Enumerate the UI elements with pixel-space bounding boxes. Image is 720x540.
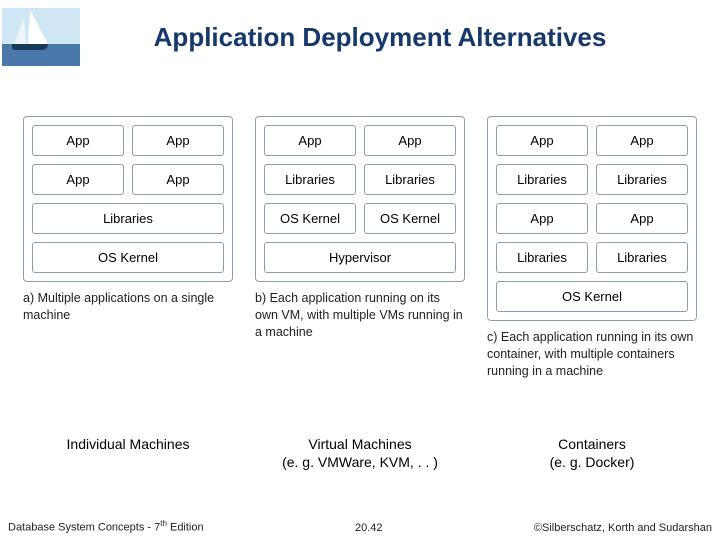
footer-right: ©Silberschatz, Korth and Sudarshan — [534, 522, 712, 534]
box-app: App — [596, 125, 688, 156]
box-hypervisor: Hypervisor — [264, 242, 456, 273]
subtitle-b-line1: Virtual Machines — [308, 436, 411, 452]
box-app: App — [32, 125, 124, 156]
subtitle-c-line2: (e. g. Docker) — [550, 454, 635, 470]
card-a: App App App App Libraries OS Kernel — [23, 116, 233, 282]
box-libraries: Libraries — [364, 164, 456, 195]
box-libraries: Libraries — [264, 164, 356, 195]
box-app: App — [132, 125, 224, 156]
header: Application Deployment Alternatives — [0, 0, 720, 66]
subtitles-row: Individual Machines Virtual Machines (e.… — [0, 390, 720, 471]
sailboat-logo — [2, 8, 80, 66]
footer-left-post: Edition — [167, 522, 204, 534]
box-libraries: Libraries — [496, 164, 588, 195]
box-libraries: Libraries — [596, 242, 688, 273]
footer-left-sup: th — [160, 519, 167, 528]
caption-c: c) Each application running in its own c… — [487, 329, 697, 380]
box-app: App — [264, 125, 356, 156]
box-libraries: Libraries — [496, 242, 588, 273]
footer-mid: 20.42 — [204, 522, 534, 534]
col-a: App App App App Libraries OS Kernel a) M… — [23, 116, 233, 380]
box-app: App — [496, 203, 588, 234]
subtitle-b-line2: (e. g. VMWare, KVM, . . ) — [282, 454, 438, 470]
box-kernel: OS Kernel — [496, 281, 688, 312]
caption-b: b) Each application running on its own V… — [255, 290, 465, 341]
box-kernel: OS Kernel — [32, 242, 224, 273]
box-app: App — [496, 125, 588, 156]
caption-a: a) Multiple applications on a single mac… — [23, 290, 233, 324]
subtitle-c-line1: Containers — [558, 436, 626, 452]
slide-title: Application Deployment Alternatives — [80, 22, 720, 53]
box-app: App — [32, 164, 124, 195]
card-c: App App Libraries Libraries App App Libr… — [487, 116, 697, 321]
box-app: App — [132, 164, 224, 195]
footer-left-pre: Database System Concepts - 7 — [8, 522, 160, 534]
box-kernel: OS Kernel — [364, 203, 456, 234]
col-b: App App Libraries Libraries OS Kernel OS… — [255, 116, 465, 380]
box-app: App — [364, 125, 456, 156]
box-app: App — [596, 203, 688, 234]
col-c: App App Libraries Libraries App App Libr… — [487, 116, 697, 380]
box-libraries: Libraries — [32, 203, 224, 234]
subtitle-b: Virtual Machines (e. g. VMWare, KVM, . .… — [255, 435, 465, 471]
footer: Database System Concepts - 7th Edition 2… — [0, 519, 720, 534]
box-libraries: Libraries — [596, 164, 688, 195]
card-b: App App Libraries Libraries OS Kernel OS… — [255, 116, 465, 282]
subtitle-c: Containers (e. g. Docker) — [487, 435, 697, 471]
subtitle-a: Individual Machines — [23, 435, 233, 471]
footer-left: Database System Concepts - 7th Edition — [8, 519, 204, 534]
box-kernel: OS Kernel — [264, 203, 356, 234]
diagrams-area: App App App App Libraries OS Kernel a) M… — [0, 66, 720, 390]
